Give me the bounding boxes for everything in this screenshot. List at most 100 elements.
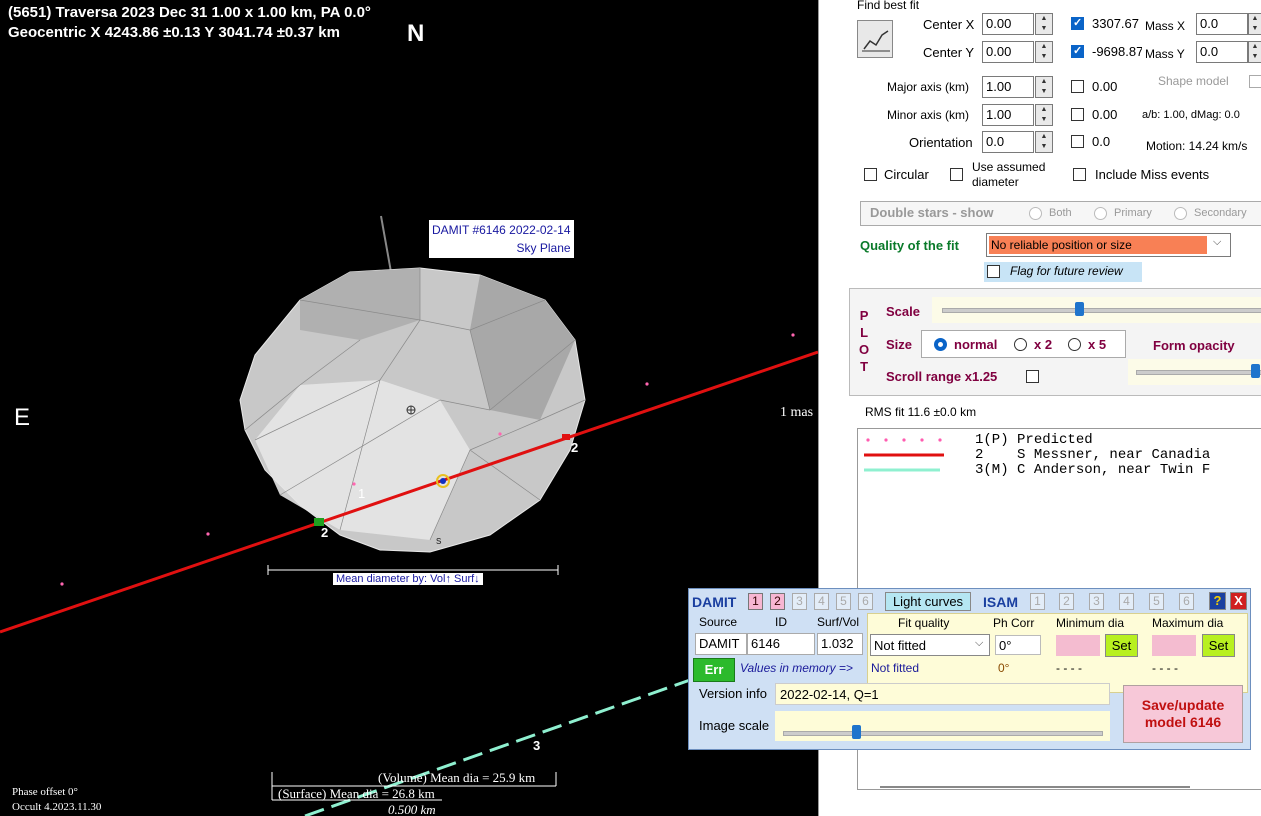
ds-primary-radio[interactable] (1094, 207, 1107, 220)
mass-y-label: Mass Y (1145, 47, 1185, 61)
id-field[interactable]: 6146 (747, 633, 815, 655)
minor-axis-check[interactable] (1071, 108, 1084, 121)
rms-fit: RMS fit 11.6 ±0.0 km (865, 405, 977, 419)
quality-select[interactable]: No reliable position or size ⌵ (986, 233, 1231, 257)
set-max-button[interactable]: Set (1202, 634, 1235, 657)
major-axis-input[interactable]: 1.00 (982, 76, 1034, 98)
fit-quality-value: Not fitted (874, 638, 927, 653)
mass-x-spinner[interactable]: ▲ ▼ (1248, 13, 1261, 35)
center-x-input[interactable]: 0.00 (982, 13, 1034, 35)
mass-y-input[interactable]: 0.0 (1196, 41, 1248, 63)
image-scale-thumb[interactable] (852, 725, 861, 739)
mean-diameter-label[interactable]: Mean diameter by: Vol↑ Surf↓ (333, 573, 483, 585)
shape-model-check[interactable] (1249, 75, 1261, 88)
flag-review-label: Flag for future review (1010, 264, 1123, 278)
minor-axis-input[interactable]: 1.00 (982, 104, 1034, 126)
damit-model-1[interactable]: 1 (748, 593, 763, 610)
fit-quality-select[interactable]: Not fitted ⌵ (870, 634, 990, 656)
err-button[interactable]: Err (693, 658, 735, 682)
size-x2-radio[interactable] (1014, 338, 1027, 351)
mass-x-label: Mass X (1145, 19, 1186, 33)
surfvol-label: Surf/Vol (817, 615, 860, 629)
minor-axis-spinner[interactable]: ▲ ▼ (1035, 104, 1053, 126)
mem-phcorr: 0° (998, 661, 1010, 675)
mem-min-dia: - - - - (1056, 661, 1082, 675)
center-y-spinner[interactable]: ▲ ▼ (1035, 41, 1053, 63)
scale-slider-thumb[interactable] (1075, 302, 1084, 316)
plot-side-t: T (860, 359, 869, 374)
ds-both-radio[interactable] (1029, 207, 1042, 220)
save-update-model-button[interactable]: Save/update model 6146 (1123, 685, 1243, 743)
mass-x-input[interactable]: 0.0 (1196, 13, 1248, 35)
image-scale-label: Image scale (699, 718, 770, 733)
damit-model-2[interactable]: 2 (770, 593, 785, 610)
legend-row-3: 3(M) C Anderson, near Twin F (975, 463, 1210, 478)
use-assumed-check[interactable] (950, 168, 963, 181)
include-miss-check[interactable] (1073, 168, 1086, 181)
orientation-check[interactable] (1071, 135, 1084, 148)
legend-swatches (864, 438, 944, 472)
find-best-fit-button[interactable] (857, 20, 893, 58)
form-opacity-slider[interactable] (1128, 359, 1261, 385)
form-opacity-label: Form opacity (1153, 338, 1235, 353)
orientation-spinner[interactable]: ▲ ▼ (1035, 131, 1053, 153)
damit-panel: DAMIT 1 2 3 4 5 6 Light curves ISAM 1 2 … (688, 588, 1251, 750)
legend-num-3: 3(M) (975, 462, 1009, 478)
major-axis-spinner[interactable]: ▲ ▼ (1035, 76, 1053, 98)
orientation-input[interactable]: 0.0 (982, 131, 1034, 153)
isam-model-4[interactable]: 4 (1119, 593, 1134, 610)
spin-axis-top (380, 215, 392, 273)
chord-end-marker (562, 434, 570, 440)
center-y-input[interactable]: 0.00 (982, 41, 1034, 63)
center-x-check[interactable] (1071, 16, 1084, 30)
max-dia-input[interactable] (1152, 635, 1196, 656)
set-min-button[interactable]: Set (1105, 634, 1138, 657)
plot-side-p: P (859, 308, 869, 323)
form-opacity-thumb[interactable] (1251, 364, 1260, 378)
isam-model-3[interactable]: 3 (1089, 593, 1104, 610)
isam-model-5[interactable]: 5 (1149, 593, 1164, 610)
ds-secondary-radio[interactable] (1174, 207, 1187, 220)
isam-model-1[interactable]: 1 (1030, 593, 1045, 610)
damit-model-6[interactable]: 6 (858, 593, 873, 610)
source-field[interactable]: DAMIT (695, 633, 747, 655)
size-x5-radio[interactable] (1068, 338, 1081, 351)
scale-bar-label: 0.500 km (388, 802, 436, 816)
image-scale-slider[interactable] (775, 711, 1110, 741)
plot-side-l: L (860, 325, 869, 340)
isam-model-6[interactable]: 6 (1179, 593, 1194, 610)
help-button[interactable]: ? (1209, 592, 1226, 610)
plot-side-o: O (859, 342, 870, 357)
source-label: Source (699, 615, 738, 629)
size-normal-radio[interactable] (934, 338, 947, 351)
plot-title: (5651) Traversa 2023 Dec 31 1.00 x 1.00 … (8, 4, 371, 21)
center-y-check[interactable] (1071, 44, 1084, 58)
major-axis-check[interactable] (1071, 80, 1084, 93)
flag-review-check[interactable] (987, 265, 1000, 278)
light-curves-button[interactable]: Light curves (885, 592, 971, 611)
damit-model-3[interactable]: 3 (792, 593, 807, 610)
scale-slider[interactable] (932, 297, 1261, 323)
scroll-range-check[interactable] (1026, 370, 1039, 383)
center-x-spinner[interactable]: ▲ ▼ (1035, 13, 1053, 35)
legend-scrollbar[interactable] (880, 786, 1190, 788)
fit-quality-label: Fit quality (898, 616, 950, 630)
min-dia-input[interactable] (1056, 635, 1100, 656)
close-button[interactable]: X (1230, 592, 1247, 610)
double-stars-group: Double stars - show Both Primary Seconda… (860, 201, 1261, 226)
double-stars-label: Double stars - show (870, 205, 994, 220)
circular-check[interactable] (864, 168, 877, 181)
damit-model-4[interactable]: 4 (814, 593, 829, 610)
surfvol-field[interactable]: 1.032 (817, 633, 863, 655)
surface-dia: (Surface) Mean dia = 26.8 km (278, 786, 435, 801)
damit-model-5[interactable]: 5 (836, 593, 851, 610)
isam-model-2[interactable]: 2 (1059, 593, 1074, 610)
mass-y-spinner[interactable]: ▲ ▼ (1248, 41, 1261, 63)
version-info-field[interactable]: 2022-02-14, Q=1 (775, 683, 1110, 705)
chevron-down-icon: ⌵ (1213, 236, 1222, 248)
plot-geocentric: Geocentric X 4243.86 ±0.13 Y 3041.74 ±0.… (8, 24, 340, 41)
phcorr-input[interactable]: 0° (995, 635, 1041, 655)
version-info-label: Version info (699, 686, 767, 701)
ds-both-label: Both (1049, 207, 1072, 219)
size-label: Size (886, 337, 913, 352)
